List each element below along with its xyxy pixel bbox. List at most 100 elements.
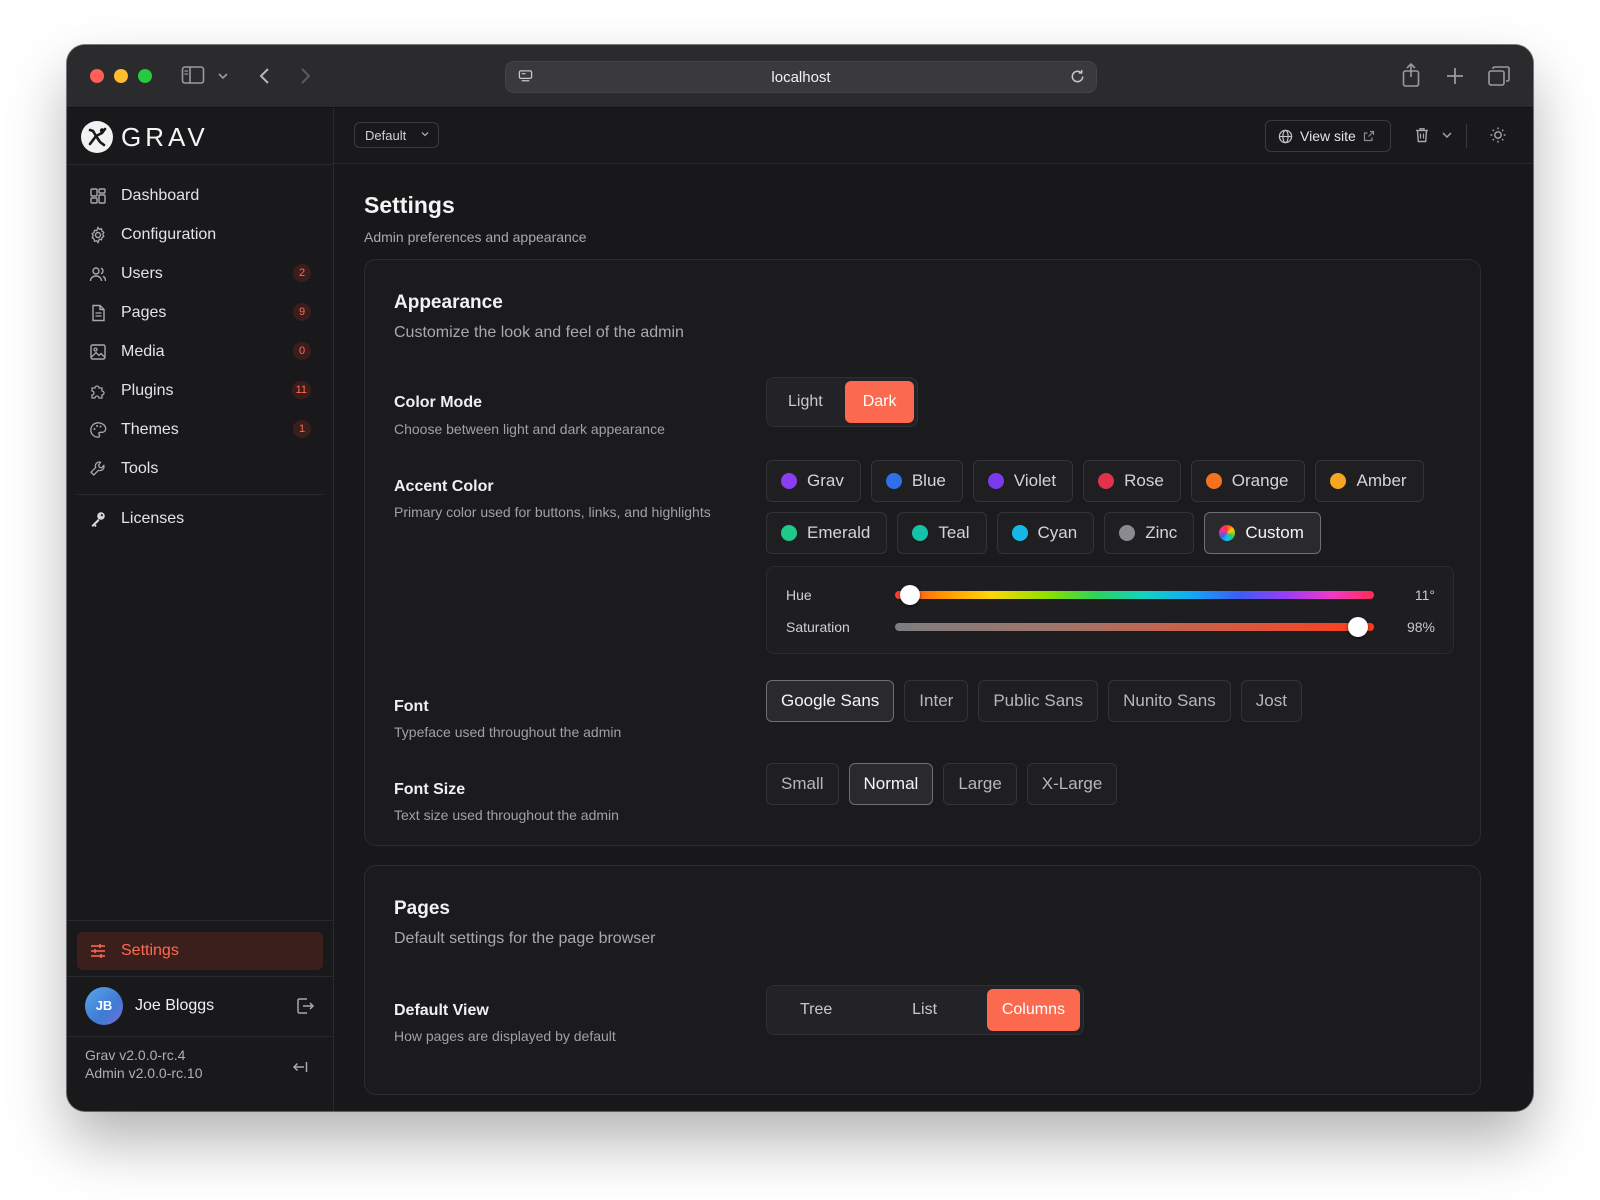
accent-orange-button[interactable]: Orange: [1190, 460, 1306, 502]
divider: [1466, 124, 1467, 148]
default-view-tree-button[interactable]: Tree: [770, 989, 862, 1031]
font-size-small-button[interactable]: Small: [766, 763, 839, 805]
puzzle-icon: [91, 384, 105, 399]
share-icon[interactable]: [1400, 62, 1422, 88]
font-public-sans-button[interactable]: Public Sans: [978, 680, 1099, 722]
font-size-xlarge-button[interactable]: X-Large: [1026, 763, 1118, 805]
accent-violet-button[interactable]: Violet: [972, 460, 1074, 502]
brand[interactable]: GRAV: [81, 120, 209, 154]
pages-subtitle: Default settings for the page browser: [394, 930, 656, 947]
logout-icon[interactable]: [295, 996, 315, 1016]
admin-version: Admin v2.0.0-rc.10: [85, 1065, 203, 1081]
color-swatch: [781, 473, 797, 489]
font-google-sans-button[interactable]: Google Sans: [766, 680, 895, 722]
sidebar-icon[interactable]: [181, 65, 205, 85]
sidebar-item-label: Settings: [121, 942, 179, 959]
wrench-icon: [90, 460, 105, 476]
default-view-list-button[interactable]: List: [882, 989, 967, 1031]
font-options: Google Sans Inter Public Sans Nunito San…: [766, 680, 1302, 722]
minimize-window-button[interactable]: [114, 69, 128, 83]
accent-emerald-button[interactable]: Emerald: [766, 512, 888, 554]
font-size-normal-button[interactable]: Normal: [848, 763, 934, 805]
chevron-left-icon[interactable]: [257, 66, 271, 86]
sidebar-item-label: Configuration: [121, 225, 217, 243]
accent-teal-button[interactable]: Teal: [897, 512, 987, 554]
color-mode-desc: Choose between light and dark appearance: [394, 421, 665, 437]
page-icon: [92, 304, 105, 321]
key-icon: [91, 511, 105, 527]
accent-zinc-button[interactable]: Zinc: [1104, 512, 1195, 554]
divider: [67, 1036, 333, 1037]
accent-label: Emerald: [807, 523, 871, 542]
saturation-slider[interactable]: [895, 623, 1374, 631]
default-view-label: Default View: [394, 1002, 489, 1019]
user-profile[interactable]: JB Joe Bloggs: [85, 984, 315, 1028]
users-count-badge: 2: [293, 264, 311, 282]
sidebar-item-plugins[interactable]: Plugins 11: [77, 371, 323, 410]
sidebar-item-users[interactable]: Users 2: [77, 254, 323, 293]
maximize-window-button[interactable]: [138, 69, 152, 83]
external-link-icon: [1363, 130, 1374, 142]
chevron-down-icon[interactable]: [217, 71, 229, 81]
sidebar-item-dashboard[interactable]: Dashboard: [77, 176, 323, 215]
collapse-sidebar-icon[interactable]: [291, 1058, 309, 1076]
sidebar-item-tools[interactable]: Tools: [77, 449, 323, 488]
accent-blue-button[interactable]: Blue: [870, 460, 963, 502]
accent-custom-button[interactable]: Custom: [1204, 512, 1321, 554]
font-nunito-sans-button[interactable]: Nunito Sans: [1108, 680, 1231, 722]
saturation-label: Saturation: [786, 619, 850, 635]
hue-slider[interactable]: [895, 591, 1374, 599]
sidebar-item-themes[interactable]: Themes 1: [77, 410, 323, 449]
font-size-large-button[interactable]: Large: [943, 763, 1017, 805]
view-site-button[interactable]: View site: [1265, 120, 1391, 152]
color-swatch: [1330, 473, 1347, 489]
accent-label: Zinc: [1145, 523, 1178, 542]
default-view-toggle: Tree List Columns: [766, 985, 1084, 1035]
sidebar-item-licenses[interactable]: Licenses: [77, 499, 323, 538]
main-content: Settings Admin preferences and appearanc…: [334, 164, 1533, 1111]
tabs-icon[interactable]: [1487, 65, 1511, 87]
trash-icon[interactable]: [1413, 126, 1431, 144]
address-bar[interactable]: localhost: [505, 61, 1097, 93]
color-mode-dark-button[interactable]: Dark: [844, 381, 915, 423]
plus-icon[interactable]: [1445, 66, 1465, 86]
sidebar-item-configuration[interactable]: Configuration: [77, 215, 323, 254]
environment-select[interactable]: Default: [354, 122, 439, 148]
close-window-button[interactable]: [90, 69, 104, 83]
reload-icon[interactable]: [1069, 68, 1086, 85]
color-swatch: [1119, 525, 1136, 541]
font-size-label: Font Size: [394, 781, 466, 798]
sidebar: GRAV Dashboard Configuration Users 2 Pag…: [67, 108, 334, 1111]
pages-card: Pages Default settings for the page brow…: [364, 865, 1481, 1095]
sidebar-item-media[interactable]: Media 0: [77, 332, 323, 371]
sidebar-item-settings[interactable]: Settings: [77, 932, 323, 970]
chevron-down-icon[interactable]: [1441, 126, 1453, 144]
default-view-columns-button[interactable]: Columns: [986, 989, 1080, 1031]
accent-label: Teal: [938, 523, 970, 542]
divider: [67, 976, 333, 977]
avatar[interactable]: JB: [85, 987, 123, 1025]
saturation-value: 98%: [1406, 619, 1435, 635]
sliders-icon: [91, 944, 105, 958]
accent-rose-button[interactable]: Rose: [1083, 460, 1181, 502]
font-inter-button[interactable]: Inter: [904, 680, 969, 722]
sidebar-nav: Dashboard Configuration Users 2 Pages 9 …: [77, 176, 323, 538]
url-text: localhost: [771, 69, 831, 86]
version-info: Grav v2.0.0-rc.4 Admin v2.0.0-rc.10: [85, 1046, 203, 1082]
accent-amber-button[interactable]: Amber: [1315, 460, 1424, 502]
accent-label: Grav: [807, 471, 844, 490]
accent-cyan-button[interactable]: Cyan: [996, 512, 1095, 554]
saturation-slider-thumb[interactable]: [1348, 617, 1369, 637]
color-swatch: [885, 473, 902, 489]
font-size-desc: Text size used throughout the admin: [394, 807, 619, 823]
accent-label: Blue: [911, 471, 946, 490]
chevron-right-icon[interactable]: [299, 66, 313, 86]
color-swatch: [1205, 473, 1222, 489]
font-jost-button[interactable]: Jost: [1240, 680, 1302, 722]
sidebar-item-pages[interactable]: Pages 9: [77, 293, 323, 332]
sun-icon[interactable]: [1489, 126, 1507, 144]
color-mode-light-button[interactable]: Light: [770, 381, 841, 423]
hue-slider-thumb[interactable]: [899, 585, 920, 605]
accent-grav-button[interactable]: Grav: [766, 460, 861, 502]
accent-label: Orange: [1231, 471, 1289, 490]
